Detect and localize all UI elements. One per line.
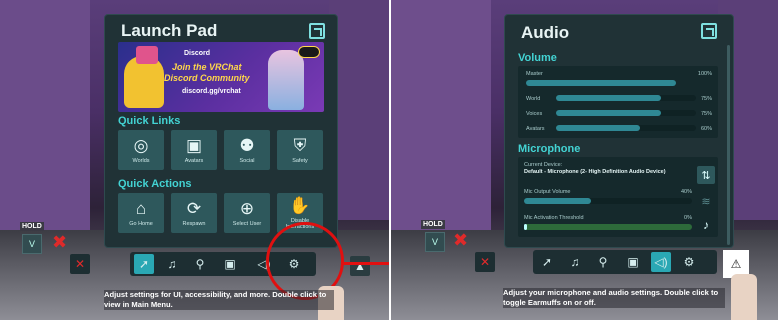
quick-link-label: Avatars xyxy=(184,157,204,164)
volume-label-master: Master xyxy=(526,71,543,77)
tooltip-caption: Adjust settings for UI, accessibility, a… xyxy=(104,290,334,310)
volume-heading: Volume xyxy=(518,52,557,64)
quick-action-respawn[interactable]: ⟳ Respawn xyxy=(171,193,217,233)
mic-output-value: 40% xyxy=(680,189,692,195)
activation-threshold-label: Mic Activation Threshold xyxy=(524,215,584,221)
tooltip-caption: Adjust your microphone and audio setting… xyxy=(503,288,725,308)
quick-action-select-user[interactable]: ⊕ Select User xyxy=(224,193,270,233)
launch-pad-tab-rocket-icon[interactable]: ➚ xyxy=(537,252,557,272)
background-wall xyxy=(391,0,491,230)
menu-title: Audio xyxy=(521,23,570,42)
notifications-tab-bell-icon[interactable]: ♫ xyxy=(162,254,182,274)
quick-actions-heading: Quick Actions xyxy=(118,178,192,190)
home-icon: ⌂ xyxy=(135,198,147,218)
quick-action-label: Respawn xyxy=(182,220,206,227)
slider-fill xyxy=(556,110,661,116)
audio-tab-speaker-icon[interactable]: ◁) xyxy=(651,252,671,272)
quick-link-label: Social xyxy=(239,157,255,164)
microphone-section: Current Device: Default - Microphone (2-… xyxy=(518,157,718,237)
volume-slider-voices[interactable] xyxy=(556,110,696,116)
audio-settings-screenshot: Audio Volume Master 100% World 75% Voice… xyxy=(389,0,778,320)
volume-label-world: World xyxy=(526,96,541,102)
activation-threshold-value: 0% xyxy=(684,215,692,221)
hold-label: HOLD xyxy=(421,220,445,229)
avatar-book-icon: ▣ xyxy=(185,135,203,155)
menu-title: Launch Pad xyxy=(121,21,218,40)
mic-muted-icon: ✖ xyxy=(453,230,469,250)
respawn-icon: ⟳ xyxy=(186,198,202,218)
quick-links-heading: Quick Links xyxy=(118,115,181,127)
quick-menu-dock: ➚ ♫ ⚲ ▣ ◁) ⚙ xyxy=(533,250,717,274)
volume-value-master: 100% xyxy=(697,71,712,77)
mic-output-slider[interactable] xyxy=(524,198,692,204)
shield-icon: ⛨ xyxy=(293,135,307,155)
pointer-hand-image xyxy=(731,274,757,320)
slider-fill xyxy=(526,80,676,86)
volume-section: Master 100% World 75% Voices 75% Avatars… xyxy=(518,66,718,138)
slider-fill xyxy=(556,95,661,101)
quick-link-label: Worlds xyxy=(132,157,150,164)
camera-tab-icon[interactable]: ▣ xyxy=(623,252,643,272)
hold-key: V xyxy=(22,234,42,254)
connector-line xyxy=(342,262,389,265)
quick-link-safety[interactable]: ⛨ Safety xyxy=(277,130,323,170)
quick-action-go-home[interactable]: ⌂ Go Home xyxy=(118,193,164,233)
crosshair-icon: ⊕ xyxy=(239,198,255,218)
volume-label-voices: Voices xyxy=(526,111,543,117)
banner-line-2: Discord Community xyxy=(164,73,250,83)
volume-slider-avatars[interactable] xyxy=(556,125,696,131)
current-device-value: Default - Microphone (2- High Definition… xyxy=(524,169,666,175)
mic-muted-icon: ✖ xyxy=(52,232,68,252)
microphone-heading: Microphone xyxy=(518,143,581,155)
mic-mute-button[interactable]: ✕ xyxy=(70,254,90,274)
badge-icon xyxy=(298,46,320,58)
quick-action-label: Select User xyxy=(232,220,262,227)
microphone-icon[interactable]: ♪ xyxy=(697,216,715,234)
switch-device-icon[interactable]: ⇅ xyxy=(697,166,715,184)
quick-link-social[interactable]: ⚉ Social xyxy=(224,130,270,170)
current-device-label: Current Device: xyxy=(524,162,563,168)
notifications-tab-bell-icon[interactable]: ♫ xyxy=(565,252,585,272)
activation-threshold-slider[interactable] xyxy=(524,224,692,230)
volume-value-avatars: 60% xyxy=(700,126,712,132)
volume-value-world: 75% xyxy=(700,96,712,102)
banner-line-1: Join the VRChat xyxy=(172,62,242,72)
quick-link-worlds[interactable]: ◎ Worlds xyxy=(118,130,164,170)
slider-fill xyxy=(524,224,528,230)
hand-icon: ✋ xyxy=(289,195,311,215)
mic-mute-button[interactable]: ✕ xyxy=(475,252,495,272)
banner-url: discord.gg/vrchat xyxy=(182,88,241,95)
background-wall xyxy=(0,0,90,230)
location-tab-pin-icon[interactable]: ⚲ xyxy=(593,252,613,272)
audio-waveform-icon: ≋ xyxy=(701,195,711,208)
quick-action-label: Go Home xyxy=(129,220,153,227)
discord-banner[interactable]: Discord Join the VRChat Discord Communit… xyxy=(118,42,324,112)
scrollbar[interactable] xyxy=(727,45,730,245)
quick-link-avatars[interactable]: ▣ Avatars xyxy=(171,130,217,170)
expand-menu-button-up-icon[interactable]: ▲ xyxy=(350,256,370,276)
slider-fill xyxy=(556,125,640,131)
globe-icon: ◎ xyxy=(133,135,149,155)
settings-tab-gear-icon[interactable]: ⚙ xyxy=(679,252,699,272)
volume-value-voices: 75% xyxy=(700,111,712,117)
volume-slider-world[interactable] xyxy=(556,95,696,101)
expand-icon[interactable] xyxy=(701,23,717,39)
hold-label: HOLD xyxy=(20,222,44,231)
discord-logo-text: Discord xyxy=(184,50,211,57)
launch-pad-tab-rocket-icon[interactable]: ➚ xyxy=(134,254,154,274)
slider-fill xyxy=(524,198,592,204)
mic-output-label: Mic Output Volume xyxy=(524,189,571,195)
hold-key: V xyxy=(425,232,445,252)
background-wall-right xyxy=(329,0,389,220)
camera-tab-icon[interactable]: ▣ xyxy=(220,254,240,274)
people-icon: ⚉ xyxy=(239,135,255,155)
volume-slider-master[interactable] xyxy=(526,80,676,86)
launch-pad-screenshot: Launch Pad Discord Join the VRChat Disco… xyxy=(0,0,389,320)
volume-label-avatars: Avatars xyxy=(526,126,545,132)
location-tab-pin-icon[interactable]: ⚲ xyxy=(190,254,210,274)
mascot-screen-head-image xyxy=(136,46,158,64)
anime-character-image xyxy=(268,50,304,110)
quick-link-label: Safety xyxy=(292,157,308,164)
expand-icon[interactable] xyxy=(309,23,325,39)
